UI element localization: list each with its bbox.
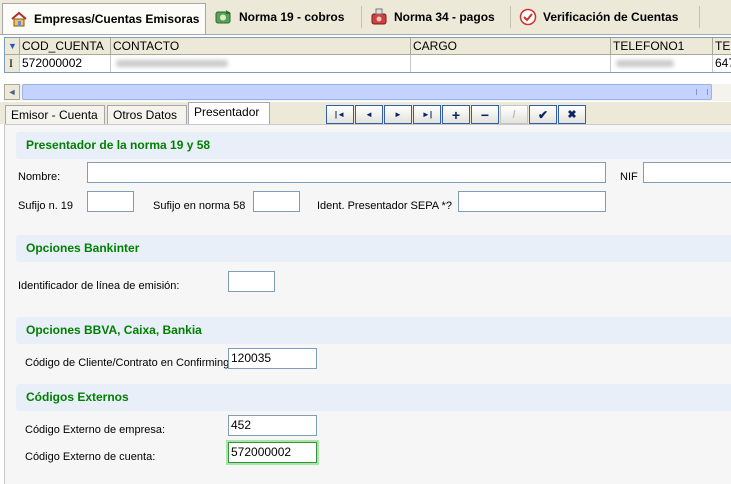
sufijo-58-label: Sufijo en norma 58	[153, 200, 246, 212]
tab-verificacion[interactable]: Verificación de Cuentas	[512, 3, 700, 31]
horizontal-scrollbar[interactable]: ◄	[4, 84, 731, 101]
scroll-thumb[interactable]	[22, 84, 712, 100]
linea-emision-label: Identificador de línea de emisión:	[18, 280, 180, 292]
cell-tel[interactable]: 647	[713, 55, 731, 72]
section-header-externos: Códigos Externos	[16, 384, 731, 411]
house-icon	[10, 10, 28, 28]
table-row[interactable]: I 572000002 647	[5, 55, 731, 72]
presentador-panel: Presentador de la norma 19 y 58 Nombre: …	[4, 124, 731, 484]
nombre-input[interactable]	[87, 162, 606, 183]
tab-label: Norma 34 - pagos	[394, 10, 495, 24]
payment-icon	[370, 8, 388, 26]
codigo-empresa-label: Código Externo de empresa:	[25, 424, 166, 436]
nif-input[interactable]	[643, 162, 731, 183]
codigo-cuenta-input[interactable]: 572000002	[228, 442, 317, 463]
codigo-empresa-input[interactable]: 452	[228, 415, 317, 436]
edit-icon: /	[512, 108, 516, 121]
insert-record-button[interactable]: +	[442, 105, 470, 124]
section-header-bankinter: Opciones Bankinter	[16, 235, 731, 262]
tab-norma-34[interactable]: Norma 34 - pagos	[363, 3, 511, 31]
tab-empresas-cuentas[interactable]: Empresas/Cuentas Emisoras	[2, 3, 206, 34]
sufijo-58-input[interactable]	[253, 191, 300, 212]
prior-record-button[interactable]: ◄	[355, 105, 383, 124]
tab-otros-datos[interactable]: Otros Datos	[107, 105, 187, 124]
column-header-tel[interactable]: TEL	[713, 38, 731, 54]
first-icon: |◄	[334, 110, 346, 119]
check-circle-icon	[519, 8, 537, 26]
column-header-contacto[interactable]: CONTACTO	[111, 38, 411, 54]
tab-emisor-cuenta[interactable]: Emisor - Cuenta	[5, 105, 105, 124]
last-icon: ►|	[421, 110, 433, 119]
next-icon: ►	[394, 110, 402, 119]
sepa-label: Ident. Presentador SEPA *?	[317, 200, 452, 212]
codigo-cuenta-label: Código Externo de cuenta:	[25, 451, 156, 463]
tab-label: Verificación de Cuentas	[543, 10, 679, 24]
grid-header: ▼ COD_CUENTA CONTACTO CARGO TELEFONO1 TE…	[5, 38, 731, 55]
edit-record-button[interactable]: /	[500, 105, 528, 124]
tab-label: Norma 19 - cobros	[239, 10, 345, 24]
section-header-presentador: Presentador de la norma 19 y 58	[16, 132, 731, 159]
next-record-button[interactable]: ►	[384, 105, 412, 124]
scroll-left-icon[interactable]: ◄	[4, 84, 20, 100]
nombre-label: Nombre:	[18, 171, 61, 183]
cell-telefono1[interactable]	[611, 55, 713, 72]
close-icon: ✖	[567, 109, 577, 121]
minus-icon: −	[480, 106, 490, 123]
module-tab-bar: Empresas/Cuentas Emisoras Norma 19 - cob…	[0, 0, 731, 35]
section-header-bbva: Opciones BBVA, Caixa, Bankia	[16, 317, 731, 344]
delete-record-button[interactable]: −	[471, 105, 499, 124]
redacted-contact	[116, 60, 228, 68]
grip-icon	[696, 89, 708, 95]
section-title: Opciones BBVA, Caixa, Bankia	[26, 323, 202, 337]
linea-emision-input[interactable]	[228, 271, 275, 292]
confirming-input[interactable]: 120035	[228, 348, 317, 369]
sepa-input[interactable]	[458, 191, 606, 212]
confirming-label: Código de Cliente/Contrato en Confirming…	[25, 357, 233, 369]
cell-cargo[interactable]	[411, 55, 611, 72]
sufijo-19-label: Sufijo n. 19	[18, 200, 74, 212]
last-record-button[interactable]: ►|	[413, 105, 441, 124]
plus-icon: +	[451, 106, 461, 123]
sub-tab-bar: Emisor - Cuenta Otros Datos Presentador …	[0, 102, 731, 124]
accounts-grid[interactable]: ▼ COD_CUENTA CONTACTO CARGO TELEFONO1 TE…	[4, 37, 731, 73]
column-header-cargo[interactable]: CARGO	[411, 38, 611, 54]
sufijo-19-input[interactable]	[87, 191, 134, 212]
redacted-phone	[616, 60, 674, 68]
column-header-cod-cuenta[interactable]: COD_CUENTA	[20, 38, 111, 54]
section-title: Presentador de la norma 19 y 58	[26, 138, 211, 152]
tab-norma-19[interactable]: Norma 19 - cobros	[208, 3, 362, 31]
row-indicator-icon: I	[5, 55, 20, 72]
cell-contacto[interactable]	[111, 55, 411, 72]
section-title: Opciones Bankinter	[26, 241, 140, 255]
post-record-button[interactable]: ✔	[529, 105, 557, 124]
check-icon: ✔	[537, 107, 549, 122]
first-record-button[interactable]: |◄	[326, 105, 354, 124]
cell-cod-cuenta[interactable]: 572000002	[20, 55, 111, 72]
money-icon	[215, 8, 233, 26]
section-title: Códigos Externos	[26, 390, 129, 404]
nif-label: NIF	[620, 171, 638, 183]
cancel-record-button[interactable]: ✖	[558, 105, 586, 124]
column-header-telefono1[interactable]: TELEFONO1	[611, 38, 713, 54]
tab-presentador[interactable]: Presentador	[188, 102, 270, 124]
tab-label: Empresas/Cuentas Emisoras	[34, 12, 200, 26]
prior-icon: ◄	[365, 110, 373, 119]
sort-indicator-icon[interactable]: ▼	[5, 38, 20, 54]
